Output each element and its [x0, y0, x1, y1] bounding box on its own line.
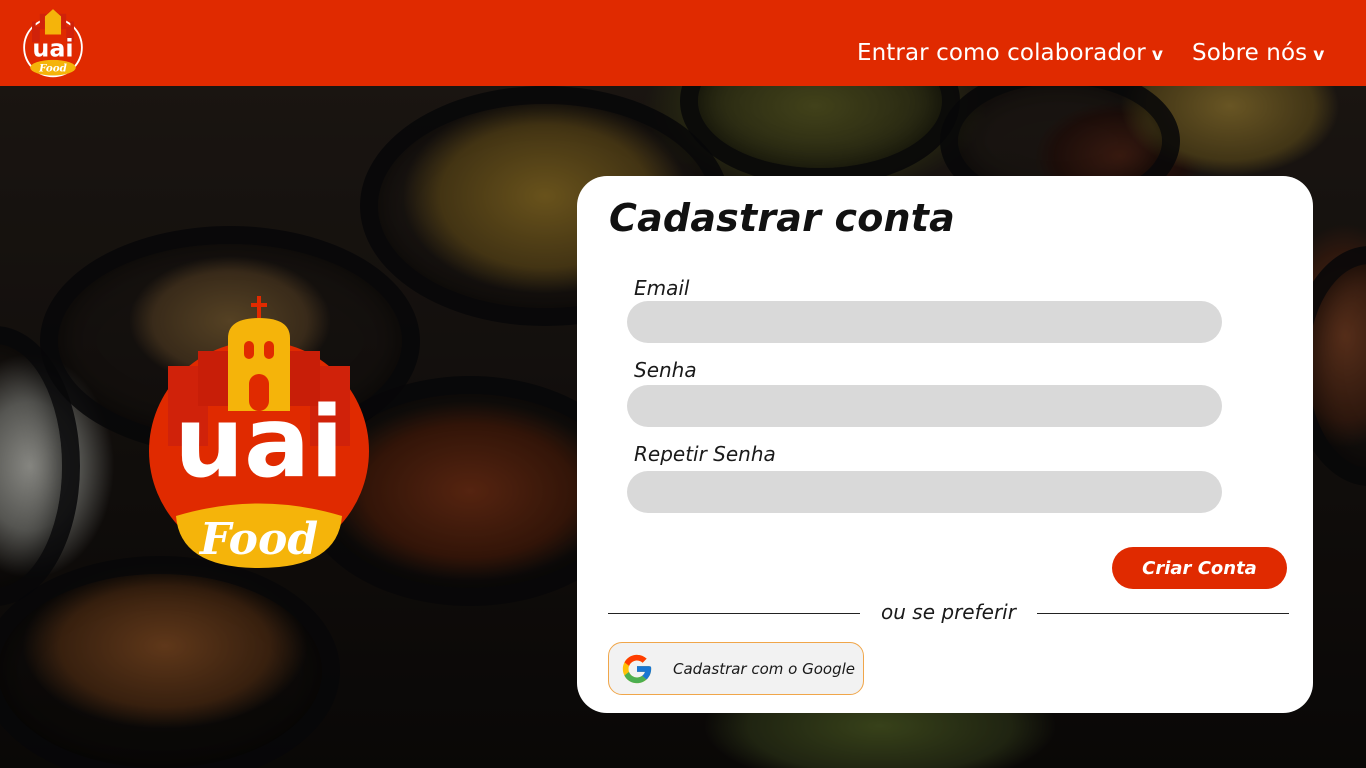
- email-field[interactable]: [627, 301, 1222, 343]
- create-account-button[interactable]: Criar Conta: [1112, 547, 1287, 589]
- logo-small-word: uai: [32, 35, 73, 63]
- password-label: Senha: [634, 358, 697, 382]
- divider-line-right: [1037, 613, 1289, 614]
- email-label: Email: [634, 276, 690, 300]
- uai-food-logo-large: uai Food: [149, 296, 369, 568]
- google-icon: [622, 654, 652, 683]
- divider-line-left: [608, 613, 860, 614]
- google-signup-label: Cadastrar com o Google: [673, 659, 856, 678]
- signup-card: Cadastrar conta Email Senha Repetir Senh…: [577, 176, 1313, 713]
- chevron-down-icon: v: [1313, 44, 1325, 65]
- page-title: Cadastrar conta: [609, 196, 956, 240]
- top-navigation-bar: uai Food Entrar como colaborador v Sobre…: [0, 0, 1366, 86]
- google-signup-button[interactable]: Cadastrar com o Google: [608, 642, 864, 695]
- divider-text: ou se preferir: [881, 600, 1016, 624]
- nav-about-label: Sobre nós: [1192, 40, 1308, 66]
- nav-collaborator-login[interactable]: Entrar como colaborador v: [857, 40, 1163, 66]
- password-field[interactable]: [627, 385, 1222, 427]
- logo-large-word: uai: [174, 386, 344, 500]
- logo-small-sub: Food: [38, 62, 67, 74]
- repeat-password-label: Repetir Senha: [634, 442, 776, 466]
- nav-about-us[interactable]: Sobre nós v: [1192, 40, 1324, 66]
- chevron-down-icon: v: [1151, 44, 1163, 65]
- repeat-password-field[interactable]: [627, 471, 1222, 513]
- logo-large-sub: Food: [198, 514, 318, 565]
- nav-collaborator-label: Entrar como colaborador: [857, 40, 1146, 66]
- uai-food-logo-small[interactable]: uai Food: [22, 6, 84, 78]
